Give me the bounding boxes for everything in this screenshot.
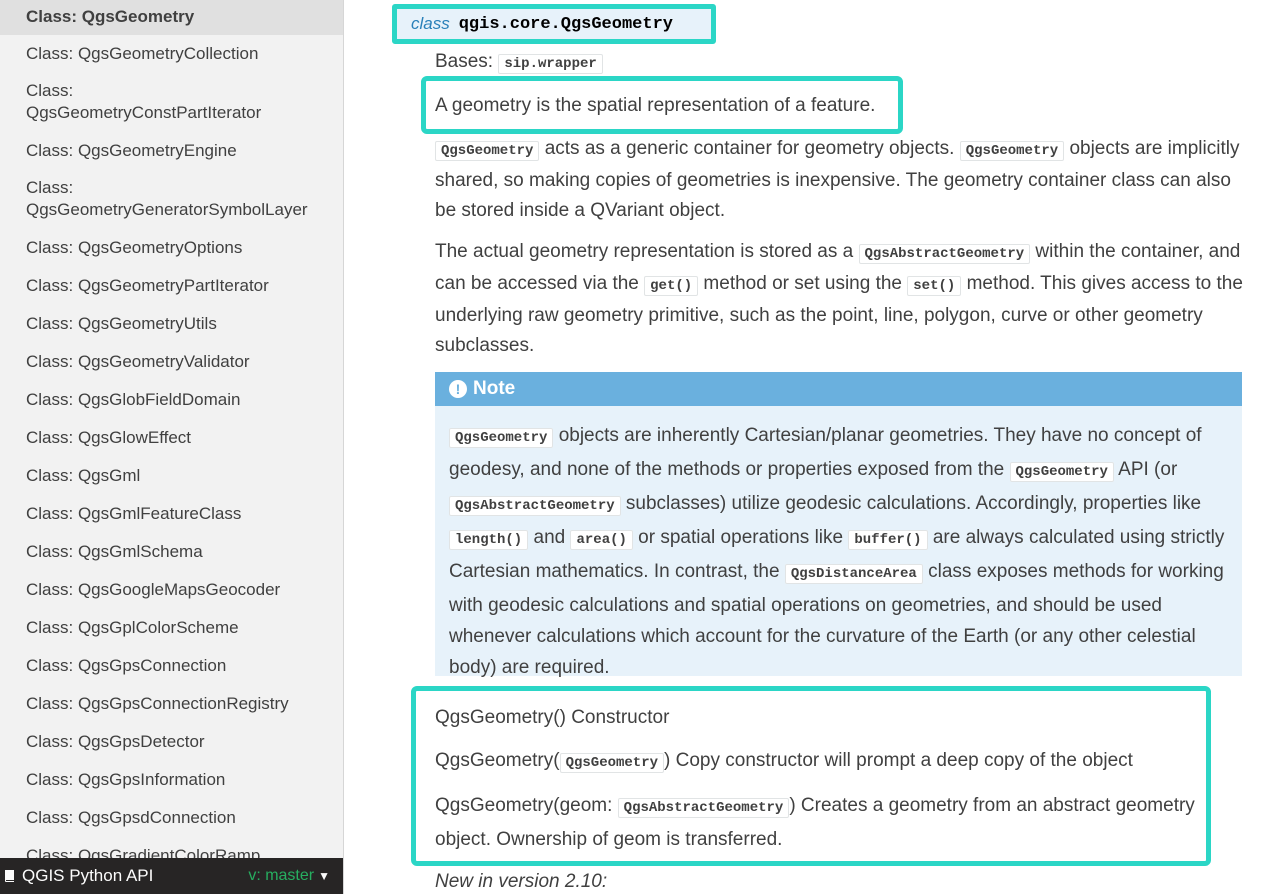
sidebar-item[interactable]: Class: QgsGeometryOptions — [0, 229, 343, 267]
code-area[interactable]: area() — [570, 530, 633, 550]
version-label[interactable]: v: master — [248, 867, 314, 885]
code-qgsabstractgeometry[interactable]: QgsAbstractGeometry — [617, 798, 790, 818]
code-length[interactable]: length() — [449, 530, 529, 550]
sidebar-item-label: Class: QgsGplColorScheme — [26, 618, 239, 637]
sidebar-item-label: Class: QgsGlowEffect — [26, 428, 192, 447]
sidebar-item[interactable]: Class: QgsGpsConnectionRegistry — [0, 685, 343, 723]
sidebar-item[interactable]: Class: QgsGeometryUtils — [0, 305, 343, 343]
code-qgsabstractgeometry[interactable]: QgsAbstractGeometry — [449, 496, 621, 516]
sidebar-item[interactable]: Class: QgsGeometryGeneratorSymbolLayer — [0, 170, 343, 229]
sidebar-item[interactable]: Class: QgsGpsInformation — [0, 761, 343, 799]
sidebar-item[interactable]: Class: QgsGmlSchema — [0, 533, 343, 571]
constructor-copy: QgsGeometry(QgsGeometry) Copy constructo… — [435, 750, 1133, 773]
sidebar-item-label: Class: QgsGmlSchema — [26, 542, 203, 561]
class-name: qgis.core.QgsGeometry — [458, 14, 673, 34]
sidebar-item-label: Class: — [26, 81, 74, 100]
description-paragraph-2: The actual geometry representation is st… — [435, 241, 1243, 356]
sidebar-item-label: Class: QgsGeometryCollection — [26, 44, 259, 63]
sidebar-item[interactable]: Class: QgsGpsdConnection — [0, 799, 343, 837]
sidebar-item-label: Class: QgsGpsConnectionRegistry — [26, 694, 289, 713]
code-get[interactable]: get() — [644, 276, 699, 296]
sidebar-item-label: Class: QgsGpsdConnection — [26, 808, 236, 827]
sidebar-item-label: QgsGeometryConstPartIterator — [26, 103, 262, 122]
code-qgsgeometry[interactable]: QgsGeometry — [559, 753, 665, 773]
caret-down-icon: ▼ — [318, 869, 330, 883]
sidebar-item-label: Class: QgsGpsDetector — [26, 732, 205, 751]
info-icon: ! — [449, 380, 467, 398]
sidebar-item-label: Class: QgsGlobFieldDomain — [26, 390, 241, 409]
sidebar-item[interactable]: Class: QgsGeometryCollection — [0, 35, 343, 73]
sidebar-item[interactable]: Class: QgsGeometryValidator — [0, 343, 343, 381]
sidebar-item-label: Class: QgsGeometryOptions — [26, 238, 243, 257]
content-area: class qgis.core.QgsGeometry Bases: sip.w… — [344, 0, 1274, 894]
sidebar-item-label: Class: QgsGeometryPartIterator — [26, 276, 269, 295]
sidebar-item-label: Class: QgsGoogleMapsGeocoder — [26, 580, 281, 599]
sidebar-item-label: Class: QgsGeometryValidator — [26, 352, 250, 371]
class-keyword: class — [411, 14, 450, 33]
sidebar-item-label: Class: QgsGmlFeatureClass — [26, 504, 242, 523]
version-footer[interactable]: QGIS Python API v: master ▼ — [0, 858, 343, 894]
new-in-version: New in version 2.10: — [435, 871, 608, 892]
code-qgsgeometry[interactable]: QgsGeometry — [959, 141, 1065, 161]
note-admonition: ! Note QgsGeometry objects are inherentl… — [435, 372, 1242, 678]
code-buffer[interactable]: buffer() — [848, 530, 928, 550]
sidebar-item[interactable]: Class: QgsGlowEffect — [0, 419, 343, 457]
code-qgsgeometry[interactable]: QgsGeometry — [1009, 462, 1114, 482]
sidebar-item[interactable]: Class: QgsGpsDetector — [0, 723, 343, 761]
code-qgsabstractgeometry[interactable]: QgsAbstractGeometry — [858, 244, 1031, 264]
brief-description: A geometry is the spatial representation… — [435, 95, 876, 116]
sidebar-item[interactable]: Class: QgsGoogleMapsGeocoder — [0, 571, 343, 609]
sidebar-item[interactable]: Class: QgsGplColorScheme — [0, 609, 343, 647]
sidebar-item[interactable]: Class: QgsGeometryEngine — [0, 132, 343, 170]
sidebar-item[interactable]: Class: QgsGeometry — [0, 0, 343, 35]
code-qgsgeometry[interactable]: QgsGeometry — [449, 428, 554, 448]
sidebar-item[interactable]: Class: QgsGpsConnection — [0, 647, 343, 685]
sidebar-item-label: Class: — [26, 178, 74, 197]
note-body: QgsGeometry objects are inherently Carte… — [449, 425, 1225, 678]
constructor-from-abstract: QgsGeometry(geom: QgsAbstractGeometry) C… — [435, 795, 1195, 850]
sidebar-item-label: Class: QgsGpsInformation — [26, 770, 226, 789]
code-qgsgeometry[interactable]: QgsGeometry — [435, 141, 540, 161]
sidebar-item[interactable]: Class: QgsGlobFieldDomain — [0, 381, 343, 419]
sidebar-item[interactable]: Class: QgsGeometryPartIterator — [0, 267, 343, 305]
bases-code: sip.wrapper — [498, 54, 603, 74]
code-qgsdistancearea[interactable]: QgsDistanceArea — [784, 564, 923, 584]
sidebar-item-label: Class: QgsGml — [26, 466, 141, 485]
sidebar-item[interactable]: Class: QgsGml — [0, 457, 343, 495]
class-list: Class: QgsGeometry Class: QgsGeometryColl… — [0, 0, 343, 894]
sidebar-item[interactable]: Class: QgsGmlFeatureClass — [0, 495, 343, 533]
bases-line: Bases: sip.wrapper — [435, 46, 603, 80]
sidebar-item-label: QgsGeometryGeneratorSymbolLayer — [26, 200, 308, 219]
class-signature: class qgis.core.QgsGeometry — [392, 4, 716, 44]
note-title: Note — [473, 378, 516, 399]
sidebar-item-label: Class: QgsGeometry — [26, 7, 195, 26]
sidebar-item[interactable]: Class: QgsGeometryConstPartIterator — [0, 73, 343, 132]
sidebar-item-label: Class: QgsGpsConnection — [26, 656, 227, 675]
code-set[interactable]: set() — [907, 276, 962, 296]
sidebar-item-label: Class: QgsGeometryUtils — [26, 314, 217, 333]
project-name[interactable]: QGIS Python API — [22, 866, 153, 886]
book-icon — [2, 868, 18, 884]
sidebar-nav: Class: QgsGeometry Class: QgsGeometryColl… — [0, 0, 344, 894]
sidebar-item-label: Class: QgsGeometryEngine — [26, 141, 237, 160]
constructor-default: QgsGeometry() Constructor — [435, 707, 670, 728]
description-paragraph-1: QgsGeometry acts as a generic container … — [435, 138, 1240, 221]
